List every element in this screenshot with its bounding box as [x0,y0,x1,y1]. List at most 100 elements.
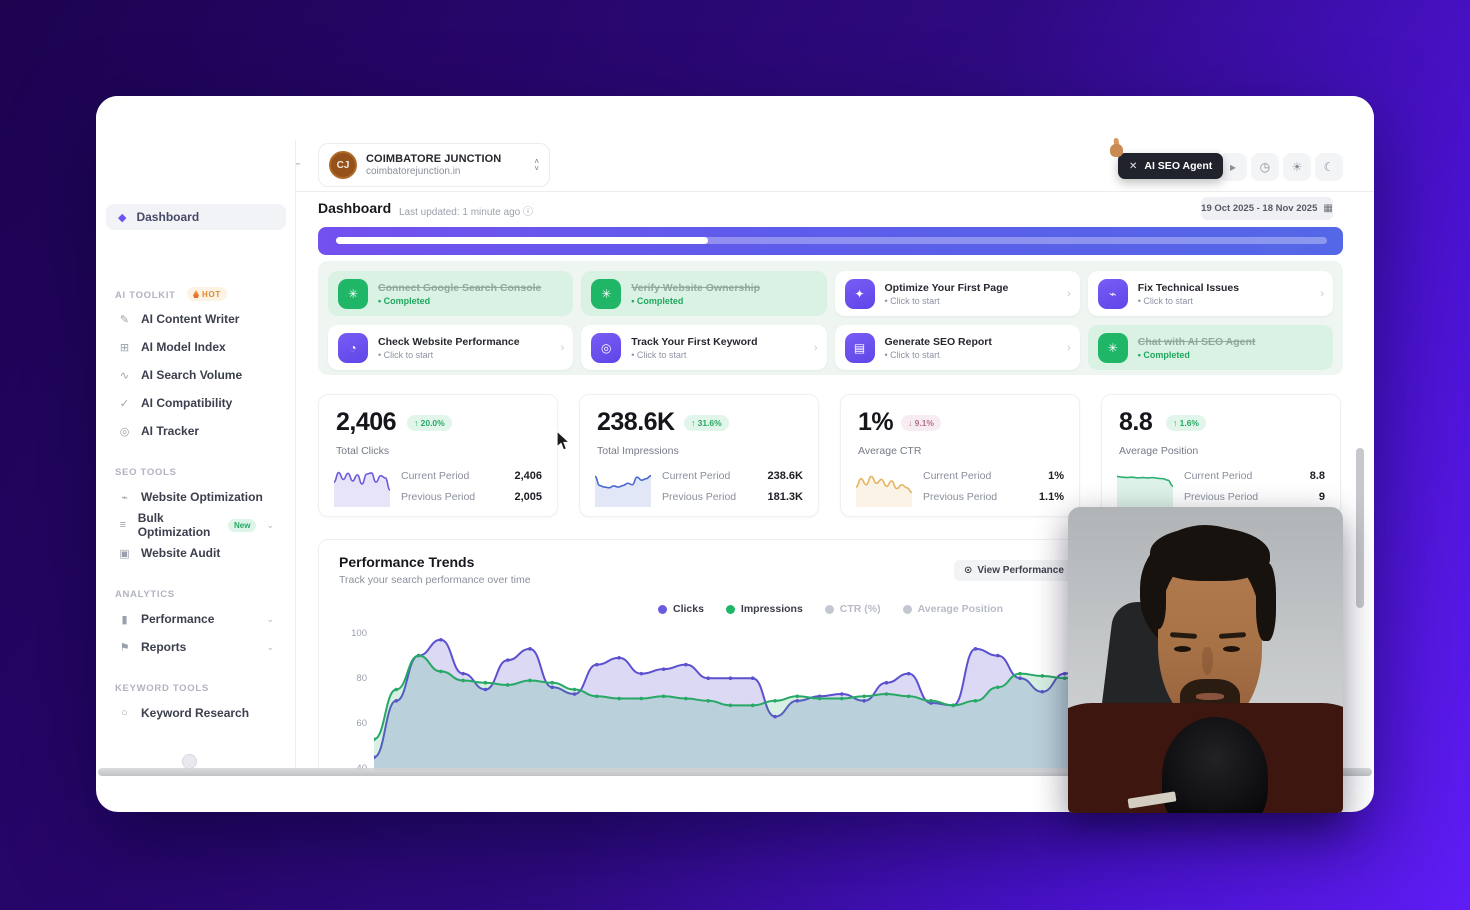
view-performance-button[interactable]: ⊙View Performance [954,560,1074,581]
company-selector[interactable]: CJ COIMBATORE JUNCTION coimbatorejunctio… [318,143,550,187]
sidebar-item-performance[interactable]: ▮Performance⌄ [106,606,286,632]
sidebar-item-label: Dashboard [136,210,199,224]
onboarding-progress-banner [318,227,1343,255]
info-icon[interactable]: ⓘ [523,207,533,218]
checklist-card-fix-issues[interactable]: ⌁Fix Technical Issues• Click to start› [1088,271,1333,316]
sidebar-item-ai-tracker[interactable]: ◎AI Tracker [106,418,286,444]
date-range-text: 19 Oct 2025 - 18 Nov 2025 [1201,203,1317,214]
header-divider [296,191,1374,192]
y-axis-tick: 60 [341,718,367,729]
sidebar-item-ai-compatibility[interactable]: ✓AI Compatibility [106,390,286,416]
ai-seo-agent-button[interactable]: ✕ AI SEO Agent [1118,153,1223,179]
company-domain: coimbatorejunction.in [366,166,501,177]
sparkline-ctr [856,461,912,507]
trends-subtitle: Track your search performance over time [339,574,531,586]
chevron-right-icon: › [1320,288,1324,300]
checklist-card-verify-ownership[interactable]: ✳Verify Website Ownership• Completed› [581,271,826,316]
stat-card-total-impressions: 238.6K ↑ 31.6% Total Impressions Current… [579,394,819,517]
checklist-card-generate-report[interactable]: ▤Generate SEO Report• Click to start› [835,325,1080,370]
sparkline-clicks [334,461,390,507]
video-icon[interactable]: ▸ [1219,153,1247,181]
company-name: COIMBATORE JUNCTION [366,153,501,165]
legend-dot [726,605,735,614]
flag-icon: ⚑ [118,641,131,654]
pointer-hand-emoji [1109,138,1124,157]
sidebar-item-website-audit[interactable]: ▣Website Audit [106,540,286,566]
stat-card-average-ctr: 1% ↓ 9.1% Average CTR Current Period1% P… [840,394,1080,517]
company-avatar: CJ [329,151,357,179]
chevron-down-icon[interactable]: ⌄ [266,520,274,531]
sidebar-item-keyword-research[interactable]: ○Keyword Research [106,700,286,726]
sidebar-item-ai-content-writer[interactable]: ✎AI Content Writer [106,306,286,332]
checklist-card-chat-agent[interactable]: ✳Chat with AI SEO Agent• Completed› [1088,325,1333,370]
progress-fill [336,237,708,244]
sidebar-item-reports[interactable]: ⚑Reports⌄ [106,634,286,660]
stat-value: 8.8 [1119,408,1152,437]
legend-dot [825,605,834,614]
circle-icon: ○ [118,707,131,719]
legend-clicks[interactable]: Clicks [658,603,704,615]
person-eye [1223,646,1240,652]
chevron-down-icon[interactable]: ⌄ [266,614,274,625]
grid-icon: ⊞ [118,341,131,354]
chevron-down-icon[interactable]: ⌄ [266,642,274,653]
sun-icon[interactable]: ☀ [1283,153,1311,181]
stat-value: 1% [858,408,893,437]
checklist-card-track-keyword[interactable]: ◎Track Your First Keyword• Click to star… [581,325,826,370]
stat-change-badge: ↓ 9.1% [901,415,941,431]
report-icon: ▤ [845,333,875,363]
legend-impressions[interactable]: Impressions [726,603,803,615]
legend-ctr[interactable]: CTR (%) [825,603,881,615]
stats-row: 2,406 ↑ 20.0% Total Clicks Current Perio… [318,394,1343,517]
date-range-picker[interactable]: 19 Oct 2025 - 18 Nov 2025 ▦ [1201,197,1333,220]
y-axis-tick: 80 [341,673,367,684]
close-icon[interactable]: ✕ [1129,161,1137,172]
sidebar-item-ai-model-index[interactable]: ⊞AI Model Index [106,334,286,360]
sparkline-position [1117,461,1173,507]
section-label-keyword-tools: KEYWORD TOOLS [115,683,209,694]
shield-check-icon: ✳ [591,279,621,309]
page-title: Dashboard [318,200,391,216]
checklist-card-optimize-page[interactable]: ✦Optimize Your First Page• Click to star… [835,271,1080,316]
header-icon-row: ▸ ◷ ☀ ☾ [1219,153,1343,181]
section-label-ai-toolkit: AI TOOLKIT HOT [115,290,176,301]
dashboard-icon: ◆ [118,211,126,224]
stat-change-badge: ↑ 20.0% [407,415,452,431]
list-icon: ≡ [118,519,128,531]
chevron-right-icon: › [814,342,818,354]
stat-change-badge: ↑ 31.6% [684,415,729,431]
sidebar-item-bulk-optimization[interactable]: ≡Bulk OptimizationNew⌄ [106,512,286,538]
ai-seo-agent-label: AI SEO Agent [1144,160,1212,172]
legend-dot [658,605,667,614]
sidebar-item-website-optimization[interactable]: ⌁Website Optimization [106,484,286,510]
bar-chart-icon: ▮ [118,613,131,626]
person-eye [1174,646,1191,652]
checklist-card-connect-gsc[interactable]: ✳Connect Google Search Console• Complete… [328,271,573,316]
stat-label: Total Impressions [597,445,679,457]
person-mouth [1196,693,1224,700]
person-nose [1202,647,1213,675]
moon-icon[interactable]: ☾ [1315,153,1343,181]
calendar-icon: ▦ [1323,203,1332,214]
legend-dot [903,605,912,614]
person-hair-side [1148,565,1166,629]
chevron-right-icon: › [561,342,565,354]
checklist-card-check-performance[interactable]: ◔Check Website Performance• Click to sta… [328,325,573,370]
stat-label: Total Clicks [336,445,389,457]
sidebar-mini-badge [182,754,197,769]
wave-icon: ∿ [118,369,131,382]
clock-icon[interactable]: ◷ [1251,153,1279,181]
legend-average-position[interactable]: Average Position [903,603,1003,615]
vertical-scrollbar[interactable] [1356,448,1364,608]
person-hair-side [1256,563,1276,641]
sidebar-item-ai-search-volume[interactable]: ∿AI Search Volume [106,362,286,388]
flame-icon [193,290,199,298]
chevron-up-down-icon[interactable]: ˄˅ [534,158,539,172]
section-label-seo-tools: SEO TOOLS [115,467,177,478]
trends-title: Performance Trends [339,554,474,570]
sidebar-item-dashboard[interactable]: ◆ Dashboard [106,204,286,230]
section-label-analytics: ANALYTICS [115,589,175,600]
target-circle-icon: ⊙ [964,565,972,576]
search-console-icon: ✳ [338,279,368,309]
gauge-icon: ◔ [338,333,368,363]
